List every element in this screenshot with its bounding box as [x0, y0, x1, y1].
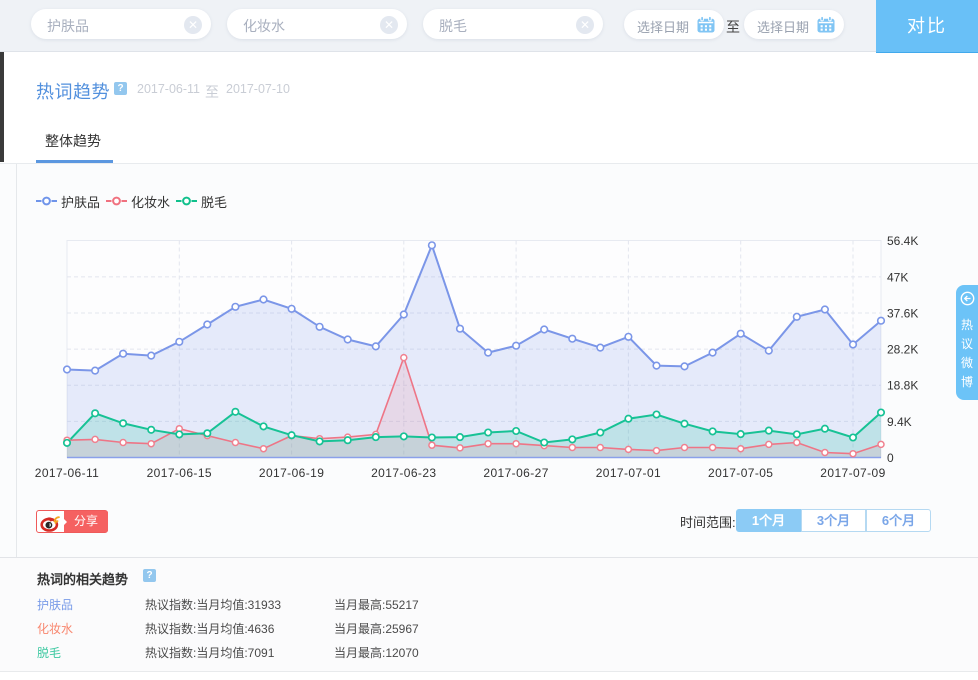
svg-text:47K: 47K — [887, 270, 908, 284]
svg-text:18.8K: 18.8K — [887, 379, 918, 393]
svg-text:0: 0 — [887, 451, 894, 465]
svg-text:2017-06-23: 2017-06-23 — [371, 466, 436, 480]
svg-text:2017-07-09: 2017-07-09 — [820, 466, 885, 480]
svg-text:2017-06-15: 2017-06-15 — [147, 466, 212, 480]
svg-text:28.2K: 28.2K — [887, 343, 918, 357]
svg-text:2017-06-19: 2017-06-19 — [259, 466, 324, 480]
svg-text:2017-07-05: 2017-07-05 — [708, 466, 773, 480]
svg-text:2017-06-11: 2017-06-11 — [35, 466, 100, 480]
svg-text:2017-06-27: 2017-06-27 — [483, 466, 548, 480]
svg-text:56.4K: 56.4K — [887, 234, 918, 248]
svg-text:9.4K: 9.4K — [887, 415, 912, 429]
svg-text:37.6K: 37.6K — [887, 307, 918, 321]
svg-text:2017-07-01: 2017-07-01 — [596, 466, 661, 480]
